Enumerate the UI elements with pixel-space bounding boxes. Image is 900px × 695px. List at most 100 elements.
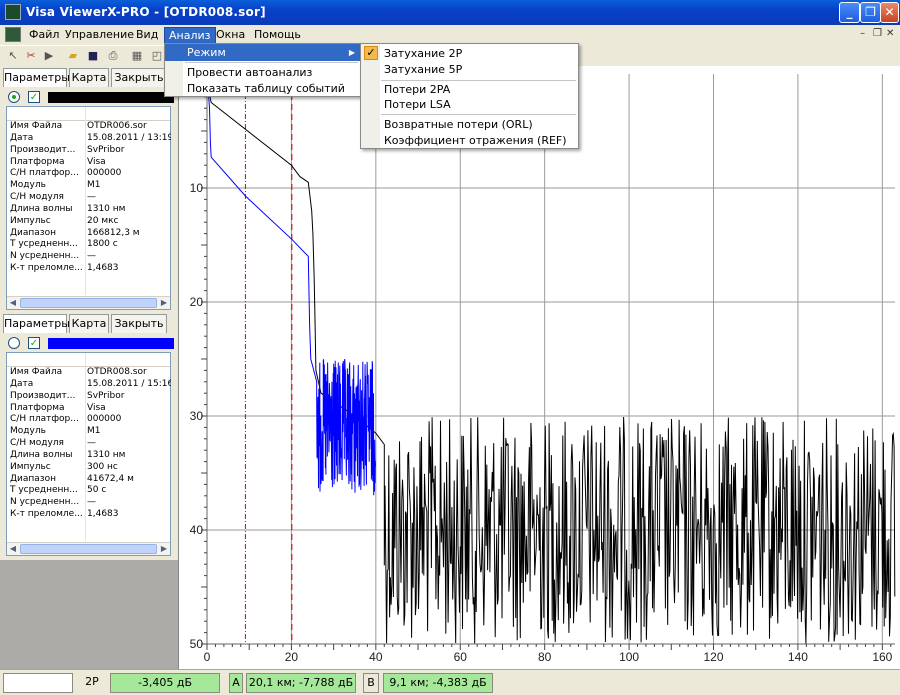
param-value: 1,4683 [87,509,119,520]
print-icon[interactable]: ⎙ [106,49,120,63]
scroll-left-icon[interactable]: ◀ [7,543,19,555]
param-name: Дата [10,132,34,143]
scroll-left-icon[interactable]: ◀ [7,297,19,309]
table-header [7,353,170,367]
table-row[interactable]: Т усредненн... 50 с [7,485,170,497]
table-row[interactable]: Т усредненн... 1800 с [7,239,170,251]
minimize-button[interactable]: _ [839,2,860,23]
tab-map[interactable]: Карта [69,68,109,87]
menu-windows[interactable]: Окна [212,27,249,44]
table-row[interactable]: Производит... SvPribor [7,391,170,403]
scroll-thumb[interactable] [20,298,157,308]
param-name: Т усредненн... [10,239,78,250]
param-name: Платформа [10,156,65,167]
open-folder-icon[interactable]: ▰ [66,49,80,63]
param-value: 15.08.2011 / 13:19 [87,132,171,143]
tab-map[interactable]: Карта [69,314,109,333]
table-row[interactable]: Импульс 300 нс [7,462,170,474]
chart-svg[interactable]: 0 20 40 60 80 100 120 140 160 10 20 30 40 50 [179,66,900,669]
menu-bar: Файл Управление Вид Анализ Окна Помощь –… [0,25,900,45]
trace2-select-radio[interactable] [8,337,20,349]
menu-help[interactable]: Помощь [250,27,305,44]
status-marker-a-label[interactable]: A [229,673,243,693]
mode-attenuation-5p[interactable]: Затухание 5P [361,61,578,78]
param-value: 15.08.2011 / 15:16 [87,378,171,389]
table-row[interactable]: Платформа Visa [7,157,170,169]
pointer-tool-icon[interactable]: ↖ [6,49,20,63]
table-row[interactable]: С/Н модуля — [7,438,170,450]
menu-item-autoanalysis[interactable]: Провести автоанализ [165,64,360,81]
y-tick-label: 40 [190,523,204,537]
table-row[interactable]: Модуль M1 [7,426,170,438]
scroll-right-icon[interactable]: ▶ [158,543,170,555]
table-row[interactable]: Имя Файла OTDR006.sor [7,121,170,133]
table-row[interactable]: Модуль M1 [7,180,170,192]
mdi-close-icon[interactable]: ✕ [886,28,894,39]
status-loss-value: -3,405 дБ [110,673,220,693]
status-marker-b-label[interactable]: B [363,673,379,693]
document-icon[interactable] [5,27,21,42]
menu-view[interactable]: Вид [132,27,162,44]
trace1-visible-checkbox[interactable]: ✓ [28,91,40,103]
param-name: N усредненн... [10,497,80,508]
save-icon[interactable]: ■ [86,49,100,63]
menu-control[interactable]: Управление [61,27,138,44]
trace1-horizontal-scrollbar[interactable]: ◀ ▶ [7,296,170,309]
table-row[interactable]: С/Н модуля — [7,192,170,204]
trace2-horizontal-scrollbar[interactable]: ◀ ▶ [7,542,170,555]
param-name: Длина волны [10,203,73,214]
table-row[interactable]: Дата 15.08.2011 / 15:16 [7,378,171,391]
cut-tool-icon[interactable]: ✂ [24,49,38,63]
table-row[interactable]: К-т преломле... 1,4683 [7,509,170,521]
table-row[interactable]: С/Н платфор... 000000 [7,414,170,426]
table-row[interactable]: N усредненн... — [7,497,170,509]
trace1-color-swatch[interactable] [48,92,174,103]
x-tick-label: 20 [285,650,299,664]
trace1-select-radio[interactable] [8,91,20,103]
menu-analysis[interactable]: Анализ [164,27,216,44]
status-marker-a-value: 20,1 км; -7,788 дБ [246,673,356,693]
table-row[interactable]: Импульс 20 мкс [7,216,170,228]
maximize-button[interactable]: ❐ [860,2,881,23]
play-icon[interactable]: ▶ [42,49,56,63]
grid-icon[interactable]: ▦ [130,49,144,63]
mdi-restore-icon[interactable]: ❐ [873,28,882,39]
zoom-icon[interactable]: ◰ [150,49,164,63]
table-row[interactable]: Производит... SvPribor [7,145,170,157]
close-button[interactable]: ✕ [880,2,899,23]
menu-item-mode[interactable]: Режим ▶ [165,44,360,61]
mode-orl[interactable]: Возвратные потери (ORL) [361,116,578,133]
table-row[interactable]: Диапазон 41672,4 м [7,474,170,486]
tab-close[interactable]: Закрыть [111,68,167,87]
menu-item-event-table[interactable]: Показать таблицу событий [165,80,360,97]
reflectogram-chart[interactable]: 0 20 40 60 80 100 120 140 160 10 20 30 40 50 [178,66,900,669]
analysis-dropdown: Режим ▶ Провести автоанализ Показать таб… [164,43,361,97]
table-row[interactable]: С/Н платфор... 000000 [7,168,170,180]
table-row[interactable]: К-т преломле... 1,4683 [7,263,170,275]
empty-panel-area [0,560,178,669]
scroll-right-icon[interactable]: ▶ [158,297,170,309]
x-tick-label: 160 [872,650,892,664]
tab-close[interactable]: Закрыть [111,314,167,333]
table-row[interactable]: Диапазон 166812,3 м [7,228,170,240]
mode-attenuation-2p[interactable]: ✓ Затухание 2P [361,45,578,62]
menu-file[interactable]: Файл [25,27,63,44]
mode-loss-lsa[interactable]: Потери LSA [361,96,578,113]
tab-parameters[interactable]: Параметры [3,68,70,87]
status-input-box[interactable] [3,673,73,693]
table-row[interactable]: Дата 15.08.2011 / 13:19 [7,132,171,145]
trace2-color-swatch[interactable] [48,338,174,349]
status-marker-b-value: 9,1 км; -4,383 дБ [383,673,493,693]
param-value: 1310 нм [87,203,126,214]
trace2-visible-checkbox[interactable]: ✓ [28,337,40,349]
param-name: Производит... [10,390,76,401]
table-row[interactable]: N усредненн... — [7,251,170,263]
scroll-thumb[interactable] [20,544,157,554]
mode-ref[interactable]: Коэффициент отражения (REF) [361,132,578,149]
table-row[interactable]: Имя Файла OTDR008.sor [7,367,170,379]
table-row[interactable]: Длина волны 1310 нм [7,450,170,462]
tab-parameters[interactable]: Параметры [3,314,70,333]
table-row[interactable]: Длина волны 1310 нм [7,204,170,216]
mdi-minimize-icon[interactable]: – [860,28,865,39]
table-row[interactable]: Платформа Visa [7,403,170,415]
